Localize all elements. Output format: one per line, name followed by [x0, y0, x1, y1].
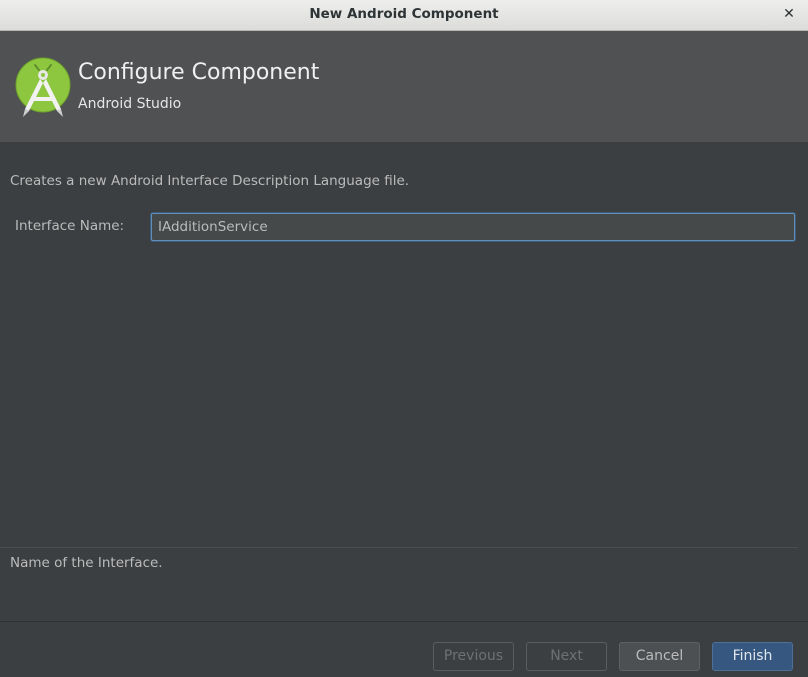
new-android-component-dialog: New Android Component ✕ Configure Compon…	[0, 0, 808, 677]
close-icon[interactable]: ✕	[780, 5, 798, 23]
next-button[interactable]: Next	[526, 642, 607, 671]
title-bar[interactable]: New Android Component ✕	[0, 0, 808, 31]
help-text: Name of the Interface.	[10, 555, 163, 571]
finish-button[interactable]: Finish	[712, 642, 793, 671]
previous-button[interactable]: Previous	[433, 642, 514, 671]
interface-name-input[interactable]	[151, 213, 795, 241]
description-text: Creates a new Android Interface Descript…	[10, 173, 410, 189]
interface-name-label: Interface Name:	[15, 218, 125, 234]
header-banner: Configure Component Android Studio	[0, 31, 808, 142]
cancel-button[interactable]: Cancel	[619, 642, 700, 671]
window-title: New Android Component	[309, 6, 499, 22]
page-subtitle: Android Studio	[78, 96, 182, 112]
footer-divider	[0, 621, 808, 622]
divider	[0, 547, 798, 548]
android-studio-logo-icon	[15, 57, 71, 117]
page-title: Configure Component	[78, 60, 320, 85]
